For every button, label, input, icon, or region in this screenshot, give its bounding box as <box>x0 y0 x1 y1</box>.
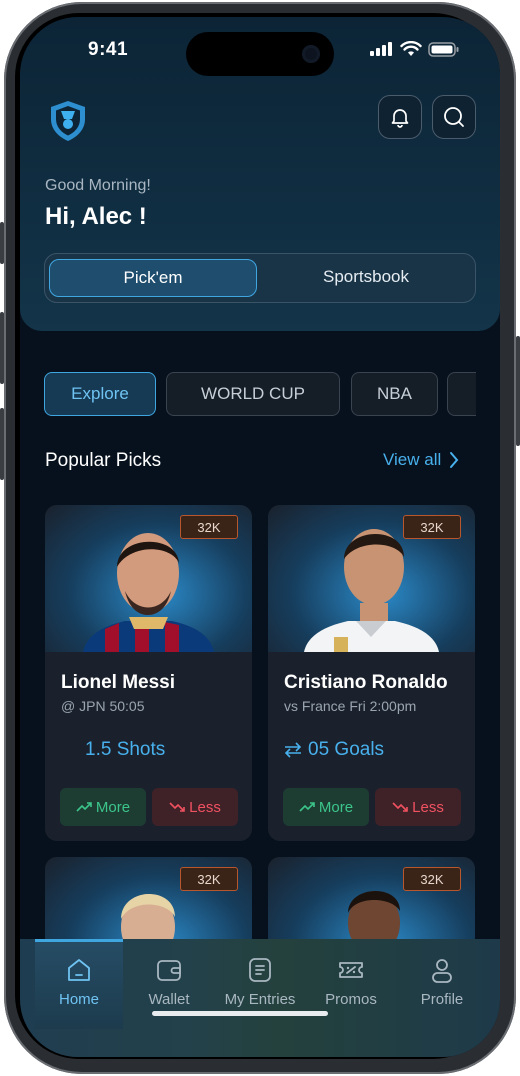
match-info: vs France Fri 2:00pm <box>284 698 417 714</box>
home-indicator[interactable] <box>152 1011 328 1016</box>
status-bar: 9:41 <box>20 17 500 79</box>
signal-icon <box>370 42 392 56</box>
chip-nba[interactable]: NBA <box>351 372 438 416</box>
view-all-label: View all <box>383 450 442 469</box>
status-time: 9:41 <box>88 39 129 60</box>
more-button[interactable]: More <box>60 788 146 826</box>
nav-label: Wallet <box>148 991 190 1008</box>
dynamic-island <box>186 32 334 76</box>
chevron-right-icon <box>450 452 459 468</box>
mode-toggle: Pick'em Sportsbook <box>44 253 476 303</box>
more-label: More <box>95 798 131 816</box>
home-icon <box>68 959 90 981</box>
volume-down-button <box>0 408 4 480</box>
nav-label: My Entries <box>224 991 296 1008</box>
view-all-link[interactable]: View all <box>383 450 459 470</box>
wallet-icon <box>157 960 181 981</box>
more-label: More <box>318 798 354 816</box>
less-button[interactable]: Less <box>375 788 461 826</box>
ticket-icon <box>339 962 363 978</box>
nav-home[interactable]: Home <box>35 939 123 1029</box>
popularity-badge: 32K <box>403 515 461 539</box>
search-icon <box>444 107 464 127</box>
volume-up-button <box>0 312 4 384</box>
side-button <box>0 222 4 264</box>
trend-down-icon <box>392 802 408 812</box>
app-logo-icon <box>51 101 85 141</box>
stat-line: 1.5 Shots <box>85 739 165 761</box>
camera-icon <box>302 45 320 63</box>
user-greeting: Hi, Alec ! <box>45 203 147 230</box>
trend-up-icon <box>76 802 92 812</box>
nav-label: Profile <box>420 991 464 1008</box>
less-label: Less <box>189 798 221 816</box>
less-button[interactable]: Less <box>152 788 238 826</box>
less-label: Less <box>412 798 444 816</box>
filter-chips: Explore WORLD CUP NBA <box>44 372 476 418</box>
notifications-button[interactable] <box>378 95 422 139</box>
popularity-badge: 32K <box>403 867 461 891</box>
tab-pickem[interactable]: Pick'em <box>49 259 257 297</box>
stat-value: 1.5 Shots <box>85 739 166 760</box>
battery-icon <box>428 41 459 57</box>
player-name: Lionel Messi <box>61 672 176 693</box>
trend-down-icon <box>169 802 185 812</box>
match-info: @ JPN 50:05 <box>61 698 145 714</box>
chip-more[interactable] <box>447 372 476 416</box>
trend-up-icon <box>299 802 315 812</box>
chip-explore[interactable]: Explore <box>44 372 156 416</box>
popularity-badge: 32K <box>180 515 238 539</box>
profile-icon <box>432 959 452 983</box>
wifi-icon <box>400 41 422 56</box>
search-button[interactable] <box>432 95 476 139</box>
entries-icon <box>249 958 271 982</box>
app-screen: 9:41 Good Morning! Hi, Alec ! Pick'em Sp… <box>20 17 500 1057</box>
more-button[interactable]: More <box>283 788 369 826</box>
nav-profile[interactable]: Profile <box>398 939 486 1029</box>
power-button <box>516 336 520 446</box>
pick-card[interactable]: 32K Lionel Messi @ JPN 50:05 1.5 Shots M… <box>45 505 252 841</box>
popularity-badge: 32K <box>180 867 238 891</box>
nav-label: Home <box>58 991 99 1008</box>
tab-sportsbook[interactable]: Sportsbook <box>263 259 469 295</box>
pick-card[interactable]: 32K Cristiano Ronaldo vs France Fri 2:00… <box>268 505 475 841</box>
chip-world-cup[interactable]: WORLD CUP <box>166 372 340 416</box>
section-title: Popular Picks <box>45 450 162 471</box>
nav-label: Promos <box>325 991 377 1008</box>
player-name: Cristiano Ronaldo <box>284 672 448 693</box>
status-icons <box>370 41 460 57</box>
swap-icon <box>284 742 302 758</box>
stat-line: 05 Goals <box>284 739 384 761</box>
stat-value: 05 Goals <box>308 739 385 760</box>
bell-icon <box>391 109 409 128</box>
greeting-text: Good Morning! <box>45 177 151 194</box>
bottom-nav: Home Wallet My Entries Promos Profile <box>20 939 500 1057</box>
